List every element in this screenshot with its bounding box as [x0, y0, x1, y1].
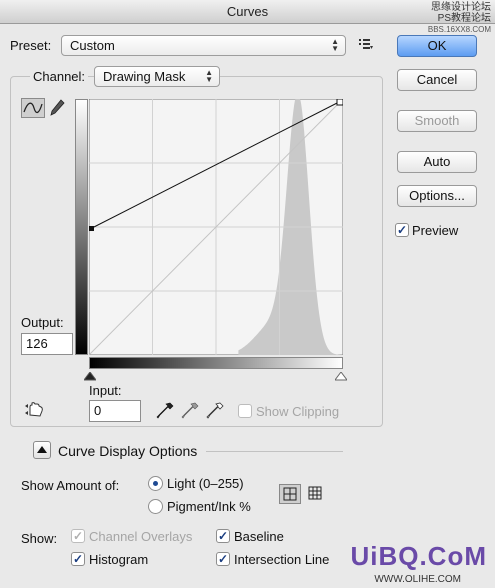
updown-arrows-icon: ▲ ▼ [331, 37, 339, 53]
pigment-radio-label: Pigment/Ink % [167, 499, 251, 514]
black-eyedropper-icon[interactable] [156, 402, 174, 423]
baseline-label: Baseline [234, 529, 284, 544]
white-point-slider[interactable] [334, 369, 348, 384]
input-label: Input: [89, 383, 122, 398]
options-divider [206, 451, 343, 452]
cancel-button[interactable]: Cancel [397, 69, 477, 91]
watermark-top: 思缘设计论坛 PS教程论坛 BBS.16XX8.COM [428, 2, 491, 35]
channel-select[interactable]: Drawing Mask ▲ ▼ [94, 66, 220, 87]
white-eyedropper-icon[interactable] [206, 402, 224, 423]
preview-label: Preview [412, 223, 459, 238]
curve-point-tool-icon[interactable] [21, 98, 45, 118]
light-radio[interactable] [148, 476, 163, 491]
collapse-options-button[interactable] [33, 441, 51, 459]
show-amount-label: Show Amount of: [21, 478, 120, 493]
output-field[interactable]: 126 [21, 333, 73, 355]
watermark-logo: UiBQ.CoM [350, 541, 487, 571]
show-clipping-label: Show Clipping [256, 404, 340, 419]
updown-arrows-icon: ▲ ▼ [205, 68, 213, 84]
preset-select[interactable]: Custom ▲ ▼ [61, 35, 346, 56]
input-field[interactable]: 0 [89, 400, 141, 422]
channel-overlays-checkbox[interactable]: ✓ [71, 529, 85, 543]
channel-label: Channel: [30, 69, 89, 84]
ok-button[interactable]: OK [397, 35, 477, 57]
curve-display-options-label: Curve Display Options [58, 443, 198, 459]
histogram-checkbox[interactable]: ✓ [71, 552, 85, 566]
preview-checkbox[interactable]: ✓ [395, 223, 409, 237]
watermark-top-line2: PS教程论坛 [437, 13, 491, 24]
baseline-checkbox[interactable]: ✓ [216, 529, 230, 543]
intersection-line-checkbox[interactable]: ✓ [216, 552, 230, 566]
simple-grid-icon[interactable] [279, 484, 301, 504]
detailed-grid-icon[interactable] [305, 484, 327, 504]
input-gradient-bar [89, 357, 343, 369]
show-label: Show: [21, 531, 58, 546]
intersection-line-label: Intersection Line [234, 552, 330, 567]
black-point-slider[interactable] [83, 369, 97, 384]
pencil-tool-icon[interactable] [49, 98, 65, 118]
show-clipping-checkbox[interactable] [238, 404, 252, 418]
preset-label: Preset: [10, 38, 52, 53]
preset-value: Custom [70, 38, 115, 53]
targeted-adjustment-hand-icon[interactable] [25, 401, 45, 422]
watermark-top-line3: BBS.16XX8.COM [427, 25, 491, 34]
channel-overlays-label: Channel Overlays [89, 529, 193, 544]
curves-graph[interactable] [89, 99, 343, 355]
pigment-radio[interactable] [148, 499, 163, 514]
watermark-top-line1: 思缘设计论坛 [431, 2, 491, 13]
output-gradient-bar [75, 99, 88, 355]
options-button[interactable]: Options... [397, 185, 477, 207]
output-label: Output: [21, 315, 64, 330]
curve-point-end [336, 99, 343, 106]
preset-options-icon[interactable] [359, 38, 373, 50]
window-title: Curves [0, 0, 495, 24]
auto-button[interactable]: Auto [397, 151, 477, 173]
curve-point-start [89, 226, 94, 232]
channel-value: Drawing Mask [103, 69, 186, 84]
smooth-button[interactable]: Smooth [397, 110, 477, 132]
watermark-url: WWW.OLIHE.COM [374, 574, 461, 585]
histogram-label: Histogram [89, 552, 149, 567]
light-radio-label: Light (0–255) [167, 476, 244, 491]
gray-eyedropper-icon[interactable] [181, 402, 199, 423]
